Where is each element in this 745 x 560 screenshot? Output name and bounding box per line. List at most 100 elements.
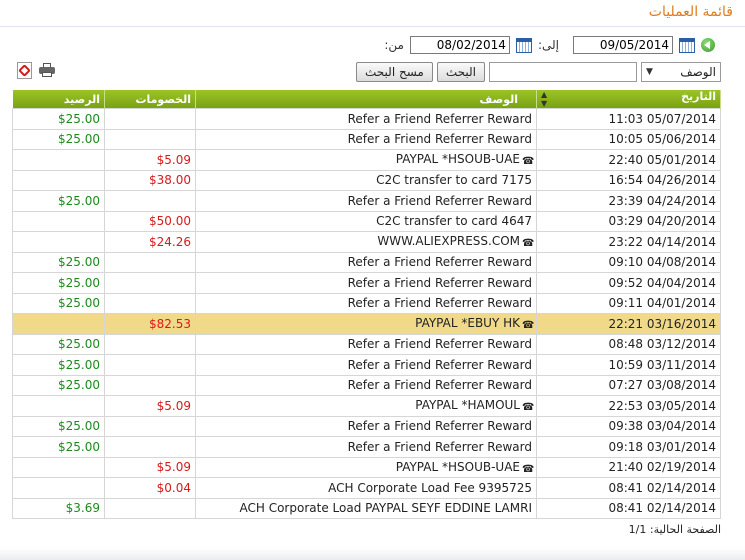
search-field-select[interactable]: الوصف ▼	[641, 62, 721, 82]
table-row[interactable]: $24.26 WWW.ALIEXPRESS.COM ☎ 23:22 04/14/201…	[12, 231, 721, 253]
cell-balance: $25.00	[12, 272, 105, 294]
cell-description: Refer a Friend Referrer Reward	[195, 190, 537, 212]
description-text: PAYPAL *HSOUB-UAE	[395, 459, 520, 474]
table-row[interactable]: $25.00 Refer a Friend Referrer Reward 10:0…	[12, 128, 721, 150]
clear-search-button[interactable]: مسح البحث	[356, 62, 433, 82]
cell-date: 07:27 03/08/2014	[536, 374, 721, 396]
cell-date: 22:53 03/05/2014	[536, 395, 721, 417]
cell-balance	[12, 149, 105, 171]
table-row[interactable]: $82.53 PAYPAL *EBUY HK ☎ 22:21 03/16/2014	[12, 313, 721, 335]
cell-debit: $5.09	[104, 395, 196, 417]
footer-edge	[0, 548, 745, 560]
calendar-icon[interactable]	[679, 37, 695, 53]
cell-description: C2C transfer to card 7175	[195, 169, 537, 191]
cell-description: WWW.ALIEXPRESS.COM ☎	[195, 231, 537, 253]
description-text: Refer a Friend Referrer Reward	[347, 132, 532, 147]
cell-balance	[12, 313, 105, 335]
pager-label: الصفحة الحالية:	[649, 523, 721, 536]
cell-debit	[104, 497, 196, 519]
table-row[interactable]: $25.00 Refer a Friend Referrer Reward 07:2…	[12, 374, 721, 396]
table-header-row: الرصيد الخصومات الوصف ▲ ▼ التاريخ	[12, 90, 721, 109]
description-text: Refer a Friend Referrer Reward	[347, 378, 532, 393]
cell-description: Refer a Friend Referrer Reward	[195, 333, 537, 355]
table-row[interactable]: $5.09 PAYPAL *HSOUB-UAE ☎ 22:40 05/01/2014	[12, 149, 721, 171]
cell-debit	[104, 415, 196, 437]
table-row[interactable]: $5.09 PAYPAL *HSOUB-UAE ☎ 21:40 02/19/2014	[12, 456, 721, 478]
header-debits[interactable]: الخصومات	[104, 90, 196, 109]
cell-debit: $5.09	[104, 149, 196, 171]
cell-balance: $25.00	[12, 436, 105, 458]
cell-debit: $38.00	[104, 169, 196, 191]
description-text: Refer a Friend Referrer Reward	[347, 111, 532, 126]
to-label: إلى:	[537, 38, 559, 52]
print-icon[interactable]	[39, 63, 55, 77]
search-button[interactable]: البحث	[436, 62, 485, 82]
table-row[interactable]: $3.69 ACH Corporate Load PAYPAL SEYF EDDI…	[12, 497, 721, 519]
cell-debit	[104, 354, 196, 376]
header-date-label: التاريخ	[681, 90, 716, 103]
cell-balance	[12, 456, 105, 478]
calendar-icon[interactable]	[515, 37, 532, 53]
cell-date: 22:40 05/01/2014	[536, 149, 721, 171]
cell-description: PAYPAL *HAMOUL ☎	[195, 395, 537, 417]
table-row[interactable]: $25.00 Refer a Friend Referrer Reward 10:5…	[12, 354, 721, 376]
cell-debit	[104, 128, 196, 150]
table-row[interactable]: $25.00 Refer a Friend Referrer Reward 11:0…	[12, 108, 721, 130]
table-row[interactable]: $25.00 Refer a Friend Referrer Reward 09:1…	[12, 251, 721, 273]
cell-balance: $25.00	[12, 292, 105, 314]
cell-description: Refer a Friend Referrer Reward	[195, 108, 537, 130]
cell-description: Refer a Friend Referrer Reward	[195, 128, 537, 150]
from-label: من:	[384, 38, 404, 52]
cell-description: Refer a Friend Referrer Reward	[195, 251, 537, 273]
search-input[interactable]	[489, 62, 637, 82]
table-row[interactable]: $50.00 C2C transfer to card 4647 03:29 04/…	[12, 210, 721, 232]
cell-date: 10:05 05/06/2014	[536, 128, 721, 150]
cell-description: PAYPAL *HSOUB-UAE ☎	[195, 149, 537, 171]
table-row[interactable]: $25.00 Refer a Friend Referrer Reward 09:1…	[12, 292, 721, 314]
cell-date: 09:10 04/08/2014	[536, 251, 721, 273]
cell-debit	[104, 436, 196, 458]
cell-date: 22:21 03/16/2014	[536, 313, 721, 335]
description-text: C2C transfer to card 4647	[376, 214, 532, 229]
table-row[interactable]: $25.00 Refer a Friend Referrer Reward 09:1…	[12, 436, 721, 458]
pdf-export-icon[interactable]	[17, 62, 32, 79]
header-description[interactable]: الوصف	[195, 90, 537, 109]
date-filter-row: من: إلى:	[384, 34, 721, 56]
table-row[interactable]: $25.00 Refer a Friend Referrer Reward 23:3…	[12, 190, 721, 212]
description-text: Refer a Friend Referrer Reward	[347, 439, 532, 454]
go-back-icon[interactable]	[701, 38, 715, 52]
header-description-label: الوصف	[479, 92, 518, 106]
cell-date: 09:38 03/04/2014	[536, 415, 721, 437]
cell-balance	[12, 231, 105, 253]
cell-description: Refer a Friend Referrer Reward	[195, 415, 537, 437]
cell-balance: $25.00	[12, 374, 105, 396]
to-date-input[interactable]	[573, 36, 673, 54]
cell-debit	[104, 333, 196, 355]
header-balance[interactable]: الرصيد	[12, 90, 105, 109]
sort-arrows-icon[interactable]: ▲ ▼	[541, 90, 547, 108]
description-text: Refer a Friend Referrer Reward	[347, 296, 532, 311]
cell-balance	[12, 169, 105, 191]
description-text: Refer a Friend Referrer Reward	[347, 275, 532, 290]
description-text: C2C transfer to card 7175	[376, 173, 532, 188]
description-text: PAYPAL *EBUY HK	[415, 316, 520, 331]
table-row[interactable]: $0.04 ACH Corporate Load Fee 9395725 08:41…	[12, 477, 721, 499]
cell-date: 16:54 04/26/2014	[536, 169, 721, 191]
phone-icon: ☎	[522, 463, 535, 475]
table-row[interactable]: $5.09 PAYPAL *HAMOUL ☎ 22:53 03/05/2014	[12, 395, 721, 417]
from-date-input[interactable]	[409, 36, 510, 54]
table-row[interactable]: $38.00 C2C transfer to card 7175 16:54 04/…	[12, 169, 721, 191]
phone-icon: ☎	[522, 402, 535, 414]
cell-balance: $25.00	[12, 333, 105, 355]
table-row[interactable]: $25.00 Refer a Friend Referrer Reward 09:5…	[12, 272, 721, 294]
table-row[interactable]: $25.00 Refer a Friend Referrer Reward 09:3…	[12, 415, 721, 437]
cell-description: Refer a Friend Referrer Reward	[195, 272, 537, 294]
cell-date: 08:41 02/14/2014	[536, 497, 721, 519]
pager: الصفحة الحالية: 1/1	[629, 523, 721, 536]
pager-value: 1/1	[628, 523, 647, 536]
title-divider	[0, 26, 745, 27]
table-row[interactable]: $25.00 Refer a Friend Referrer Reward 08:4…	[12, 333, 721, 355]
header-date[interactable]: ▲ ▼ التاريخ	[536, 90, 721, 109]
cell-date: 08:48 03/12/2014	[536, 333, 721, 355]
cell-date: 23:22 04/14/2014	[536, 231, 721, 253]
